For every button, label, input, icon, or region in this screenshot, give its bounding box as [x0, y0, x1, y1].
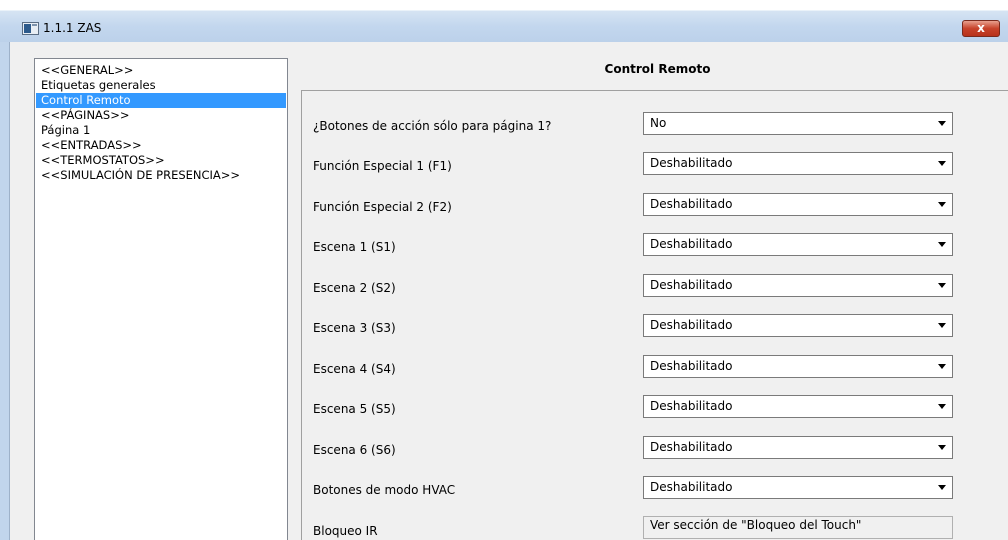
sidebar-item-paginas[interactable]: <<PÁGINAS>> [36, 108, 286, 123]
param-select-value: Deshabilitado [650, 440, 733, 454]
param-label-botones-hvac: Botones de modo HVAC [313, 483, 456, 497]
parameter-form: ¿Botones de acción sólo para página 1? N… [301, 90, 1008, 540]
param-select-escena-2[interactable]: Deshabilitado [643, 274, 953, 297]
param-select-botones-accion[interactable]: No [643, 112, 953, 135]
sidebar-item-pagina-1[interactable]: Página 1 [36, 123, 286, 138]
chevron-down-icon [938, 323, 946, 328]
param-select-value: Deshabilitado [650, 318, 733, 332]
page-title: Control Remoto [604, 62, 711, 76]
param-select-escena-4[interactable]: Deshabilitado [643, 355, 953, 378]
param-label-funcion-especial-1: Función Especial 1 (F1) [313, 159, 452, 173]
param-select-value: No [650, 116, 667, 130]
chevron-down-icon [938, 121, 946, 126]
sidebar-item-entradas[interactable]: <<ENTRADAS>> [36, 138, 286, 153]
close-button[interactable]: x [962, 20, 1000, 37]
title-bar[interactable]: 1.1.1 ZAS x [0, 0, 1008, 42]
param-label-escena-2: Escena 2 (S2) [313, 281, 396, 295]
param-select-value: Deshabilitado [650, 359, 733, 373]
chevron-down-icon [938, 242, 946, 247]
param-select-funcion-especial-1[interactable]: Deshabilitado [643, 152, 953, 175]
param-select-value: Deshabilitado [650, 197, 733, 211]
param-readonly-value: Ver sección de "Bloqueo del Touch" [650, 518, 862, 532]
window-title: 1.1.1 ZAS [43, 21, 102, 35]
param-label-escena-6: Escena 6 (S6) [313, 443, 396, 457]
param-select-value: Deshabilitado [650, 156, 733, 170]
close-icon: x [977, 21, 985, 35]
param-select-funcion-especial-2[interactable]: Deshabilitado [643, 193, 953, 216]
chevron-down-icon [938, 161, 946, 166]
param-select-value: Deshabilitado [650, 399, 733, 413]
sidebar-item-control-remoto[interactable]: Control Remoto [36, 93, 286, 108]
chevron-down-icon [938, 202, 946, 207]
param-label-funcion-especial-2: Función Especial 2 (F2) [313, 200, 452, 214]
chevron-down-icon [938, 404, 946, 409]
chevron-down-icon [938, 445, 946, 450]
app-icon [22, 22, 39, 35]
chevron-down-icon [938, 283, 946, 288]
dialog-window: 1.1.1 ZAS x <<GENERAL>> Etiquetas genera… [0, 0, 1008, 540]
param-label-escena-3: Escena 3 (S3) [313, 321, 396, 335]
sidebar-item-general[interactable]: <<GENERAL>> [36, 63, 286, 78]
param-select-botones-hvac[interactable]: Deshabilitado [643, 476, 953, 499]
param-select-value: Deshabilitado [650, 278, 733, 292]
param-label-escena-1: Escena 1 (S1) [313, 240, 396, 254]
param-label-escena-5: Escena 5 (S5) [313, 402, 396, 416]
param-select-escena-6[interactable]: Deshabilitado [643, 436, 953, 459]
param-readonly-bloqueo-ir: Ver sección de "Bloqueo del Touch" [643, 516, 953, 539]
param-select-escena-3[interactable]: Deshabilitado [643, 314, 953, 337]
param-label-botones-accion: ¿Botones de acción sólo para página 1? [313, 119, 552, 133]
param-select-escena-1[interactable]: Deshabilitado [643, 233, 953, 256]
sidebar-item-simulacion-presencia[interactable]: <<SIMULACIÓN DE PRESENCIA>> [36, 168, 286, 183]
window-left-border [0, 42, 9, 540]
param-label-escena-4: Escena 4 (S4) [313, 362, 396, 376]
window-left-border-inner [9, 42, 10, 540]
chevron-down-icon [938, 485, 946, 490]
param-select-value: Deshabilitado [650, 480, 733, 494]
param-select-value: Deshabilitado [650, 237, 733, 251]
sidebar-item-termostatos[interactable]: <<TERMOSTATOS>> [36, 153, 286, 168]
main-panel: Control Remoto ¿Botones de acción sólo p… [293, 56, 1008, 540]
parameter-tree[interactable]: <<GENERAL>> Etiquetas generales Control … [34, 58, 288, 540]
param-select-escena-5[interactable]: Deshabilitado [643, 395, 953, 418]
chevron-down-icon [938, 364, 946, 369]
param-label-bloqueo-ir: Bloqueo IR [313, 524, 378, 538]
sidebar-item-etiquetas-generales[interactable]: Etiquetas generales [36, 78, 286, 93]
